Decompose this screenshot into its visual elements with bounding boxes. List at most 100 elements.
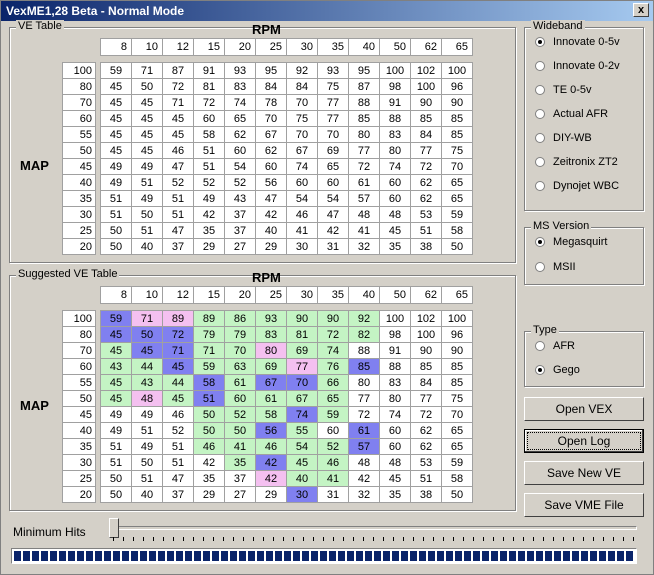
table-cell[interactable]: 46 — [317, 454, 349, 471]
table-cell[interactable]: 88 — [348, 342, 380, 359]
table-cell[interactable]: 63 — [224, 358, 256, 375]
table-cell[interactable]: 30 — [286, 486, 318, 503]
table-cell[interactable]: 35 — [224, 454, 256, 471]
radio-button[interactable] — [535, 157, 545, 168]
table-cell[interactable]: 87 — [162, 62, 194, 79]
table-cell[interactable]: 54 — [286, 438, 318, 455]
radio-button[interactable] — [535, 61, 545, 72]
table-cell[interactable]: 41 — [286, 222, 318, 239]
slider-thumb[interactable] — [109, 518, 119, 538]
table-cell[interactable]: 55 — [286, 422, 318, 439]
table-cell[interactable]: 77 — [410, 142, 442, 159]
table-cell[interactable]: 51 — [100, 454, 132, 471]
table-cell[interactable]: 50 — [193, 406, 225, 423]
table-cell[interactable]: 49 — [131, 438, 163, 455]
table-cell[interactable]: 59 — [441, 454, 473, 471]
table-cell[interactable]: 35 — [193, 470, 225, 487]
table-cell[interactable]: 49 — [131, 158, 163, 175]
table-cell[interactable]: 43 — [224, 190, 256, 207]
table-cell[interactable]: 78 — [255, 94, 287, 111]
table-cell[interactable]: 58 — [193, 126, 225, 143]
table-cell[interactable]: 60 — [317, 174, 349, 191]
table-cell[interactable]: 27 — [224, 238, 256, 255]
radio-button[interactable] — [535, 133, 545, 144]
table-cell[interactable]: 60 — [317, 422, 349, 439]
table-cell[interactable]: 91 — [379, 94, 411, 111]
table-cell[interactable]: 77 — [410, 390, 442, 407]
table-cell[interactable]: 85 — [441, 126, 473, 143]
table-cell[interactable]: 93 — [317, 62, 349, 79]
table-cell[interactable]: 51 — [162, 206, 194, 223]
radio-button[interactable] — [535, 109, 545, 120]
table-cell[interactable]: 70 — [441, 406, 473, 423]
table-cell[interactable]: 88 — [379, 110, 411, 127]
table-cell[interactable]: 102 — [410, 62, 442, 79]
table-cell[interactable]: 96 — [441, 326, 473, 343]
wideband-option[interactable]: DIY-WB — [535, 132, 592, 148]
table-cell[interactable]: 83 — [224, 78, 256, 95]
table-cell[interactable]: 98 — [379, 78, 411, 95]
table-cell[interactable]: 100 — [441, 310, 473, 327]
table-cell[interactable]: 35 — [193, 222, 225, 239]
table-cell[interactable]: 87 — [348, 78, 380, 95]
table-cell[interactable]: 60 — [379, 174, 411, 191]
table-cell[interactable]: 70 — [224, 342, 256, 359]
table-cell[interactable]: 45 — [131, 142, 163, 159]
table-cell[interactable]: 49 — [131, 190, 163, 207]
table-cell[interactable]: 62 — [410, 438, 442, 455]
table-cell[interactable]: 100 — [410, 78, 442, 95]
table-cell[interactable]: 53 — [410, 206, 442, 223]
table-cell[interactable]: 32 — [348, 486, 380, 503]
table-cell[interactable]: 52 — [224, 406, 256, 423]
table-cell[interactable]: 75 — [317, 78, 349, 95]
table-cell[interactable]: 59 — [193, 358, 225, 375]
table-cell[interactable]: 47 — [162, 470, 194, 487]
table-cell[interactable]: 67 — [255, 374, 287, 391]
table-cell[interactable]: 65 — [441, 190, 473, 207]
wideband-option[interactable]: Dynojet WBC — [535, 180, 619, 196]
table-cell[interactable]: 70 — [286, 374, 318, 391]
table-cell[interactable]: 51 — [410, 470, 442, 487]
table-cell[interactable]: 60 — [224, 142, 256, 159]
table-cell[interactable]: 45 — [162, 126, 194, 143]
table-cell[interactable]: 45 — [162, 390, 194, 407]
table-cell[interactable]: 74 — [379, 406, 411, 423]
ms-version-option[interactable]: Megasquirt — [535, 236, 607, 252]
table-cell[interactable]: 45 — [379, 222, 411, 239]
table-cell[interactable]: 45 — [131, 94, 163, 111]
table-cell[interactable]: 95 — [255, 62, 287, 79]
table-cell[interactable]: 84 — [410, 374, 442, 391]
table-cell[interactable]: 38 — [410, 486, 442, 503]
table-cell[interactable]: 90 — [286, 310, 318, 327]
table-cell[interactable]: 65 — [317, 390, 349, 407]
table-cell[interactable]: 71 — [162, 342, 194, 359]
radio-button[interactable] — [535, 85, 545, 96]
table-cell[interactable]: 30 — [286, 238, 318, 255]
table-cell[interactable]: 44 — [162, 374, 194, 391]
table-cell[interactable]: 90 — [441, 94, 473, 111]
radio-button[interactable] — [535, 341, 545, 352]
table-cell[interactable]: 62 — [410, 190, 442, 207]
table-cell[interactable]: 89 — [193, 310, 225, 327]
table-cell[interactable]: 45 — [100, 94, 132, 111]
table-cell[interactable]: 49 — [100, 174, 132, 191]
table-cell[interactable]: 42 — [317, 222, 349, 239]
table-cell[interactable]: 77 — [317, 110, 349, 127]
table-cell[interactable]: 54 — [286, 190, 318, 207]
table-cell[interactable]: 82 — [348, 326, 380, 343]
table-cell[interactable]: 60 — [193, 110, 225, 127]
table-cell[interactable]: 85 — [441, 110, 473, 127]
table-cell[interactable]: 45 — [100, 142, 132, 159]
table-cell[interactable]: 40 — [131, 238, 163, 255]
table-cell[interactable]: 50 — [100, 486, 132, 503]
table-cell[interactable]: 71 — [193, 342, 225, 359]
table-cell[interactable]: 48 — [379, 454, 411, 471]
table-cell[interactable]: 40 — [131, 486, 163, 503]
ms-version-option[interactable]: MSII — [535, 261, 576, 277]
type-group-option[interactable]: Gego — [535, 364, 580, 380]
table-cell[interactable]: 85 — [348, 358, 380, 375]
radio-button[interactable] — [535, 365, 545, 376]
table-cell[interactable]: 76 — [317, 358, 349, 375]
table-cell[interactable]: 91 — [379, 342, 411, 359]
table-cell[interactable]: 72 — [410, 406, 442, 423]
